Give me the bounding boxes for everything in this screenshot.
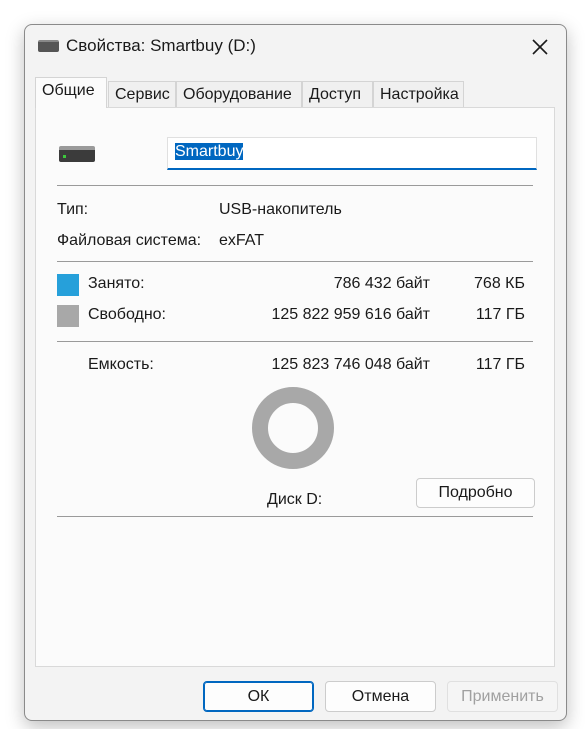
free-bytes: 125 822 959 616 байт <box>271 306 430 323</box>
title-bar: Свойства: Smartbuy (D:) <box>25 25 566 69</box>
tab-service[interactable]: Сервис <box>108 81 176 107</box>
used-bytes: 786 432 байт <box>333 275 430 292</box>
general-tab-panel: Smartbuy Тип: USB-накопитель Файловая си… <box>35 107 555 667</box>
tab-customize[interactable]: Настройка <box>373 81 464 107</box>
drive-led <box>63 155 66 158</box>
used-color-swatch <box>57 274 79 296</box>
capacity-size: 117 ГБ <box>475 356 525 373</box>
divider <box>57 185 533 186</box>
apply-button[interactable]: Применить <box>447 681 558 712</box>
window-title: Свойства: Smartbuy (D:) <box>66 36 256 55</box>
divider <box>57 341 533 342</box>
ok-button[interactable]: ОК <box>203 681 314 712</box>
used-label: Занято: <box>88 275 145 292</box>
filesystem-label: Файловая система: <box>57 232 202 249</box>
type-label: Тип: <box>57 201 89 218</box>
drive-icon <box>38 40 59 52</box>
cancel-button[interactable]: Отмена <box>325 681 436 712</box>
used-size: 768 КБ <box>474 275 525 292</box>
divider <box>57 261 533 262</box>
divider <box>57 516 533 517</box>
capacity-bytes: 125 823 746 048 байт <box>271 356 430 373</box>
donut-free-ring <box>252 387 334 469</box>
type-value: USB-накопитель <box>219 201 342 218</box>
capacity-label: Емкость: <box>88 356 154 373</box>
close-icon <box>532 39 548 55</box>
disk-label: Диск D: <box>267 491 323 508</box>
details-button[interactable]: Подробно <box>416 478 535 508</box>
free-size: 117 ГБ <box>475 306 525 323</box>
usb-drive-icon <box>59 146 95 162</box>
tab-general[interactable]: Общие <box>35 77 107 108</box>
filesystem-value: exFAT <box>219 232 265 249</box>
close-button[interactable] <box>528 35 552 59</box>
free-label: Свободно: <box>88 306 166 323</box>
free-color-swatch <box>57 305 79 327</box>
properties-window: Свойства: Smartbuy (D:) Общие Сервис Обо… <box>24 24 567 721</box>
volume-name-text: Smartbuy <box>175 143 244 160</box>
tab-hardware[interactable]: Оборудование <box>176 81 302 107</box>
tab-sharing[interactable]: Доступ <box>302 81 373 107</box>
volume-name-input[interactable]: Smartbuy <box>167 137 537 170</box>
disk-usage-donut <box>252 387 334 469</box>
